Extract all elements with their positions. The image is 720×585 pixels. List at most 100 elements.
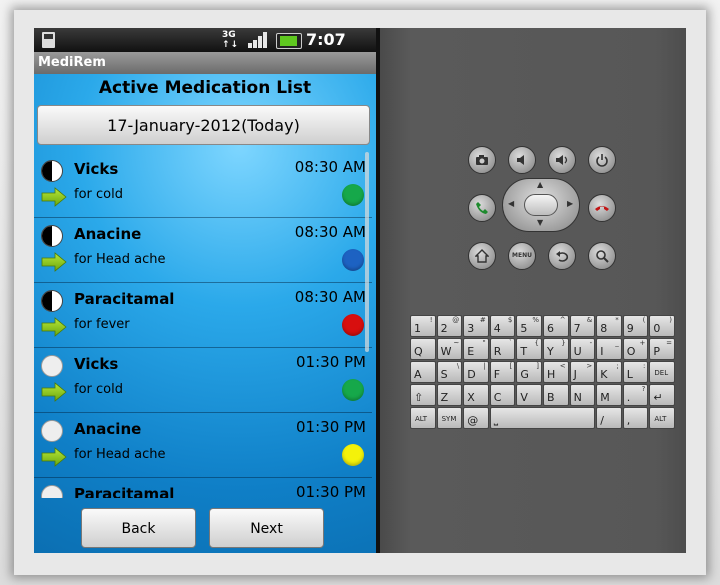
key-label: Y — [547, 345, 554, 358]
key-b[interactable]: B — [543, 384, 569, 406]
power-icon[interactable] — [588, 146, 616, 174]
key-g[interactable]: G] — [516, 361, 542, 383]
key-q[interactable]: Q — [410, 338, 436, 360]
key-4[interactable]: 4 $ — [489, 315, 516, 337]
key-h[interactable]: H < — [543, 361, 569, 383]
key-w[interactable]: W ~ — [436, 338, 463, 360]
dpad-left-icon[interactable]: ◀ — [508, 199, 514, 208]
key-t[interactable]: T{ — [516, 338, 542, 360]
key-label: 8 — [600, 322, 608, 335]
list-scrollbar[interactable] — [365, 152, 369, 352]
key-alt-label: ` — [508, 339, 513, 347]
key-label: E — [467, 345, 475, 358]
key-label: N — [573, 391, 582, 404]
end-call-icon[interactable] — [588, 194, 616, 222]
key-2[interactable]: 2 @ — [436, 315, 463, 337]
key-l[interactable]: L: — [622, 361, 649, 383]
key-5[interactable]: 5% — [516, 315, 542, 337]
row-divider — [34, 347, 372, 348]
key-6[interactable]: 6 ^ — [543, 315, 569, 337]
dpad-up-icon[interactable]: ▲ — [537, 180, 543, 189]
key-0[interactable]: 0) — [649, 315, 675, 337]
home-icon[interactable] — [468, 242, 496, 270]
key-label: S — [440, 368, 448, 381]
key-space[interactable]: ⎵ — [489, 407, 596, 429]
dpad-right-icon[interactable]: ▶ — [567, 199, 573, 208]
dpad-center-button[interactable] — [524, 194, 558, 216]
back-arrow-icon[interactable] — [548, 242, 576, 270]
key-k[interactable]: K; — [596, 361, 622, 383]
key-label: , — [626, 414, 631, 427]
dpad-down-icon[interactable]: ▼ — [537, 218, 543, 227]
key-f[interactable]: F[ — [489, 361, 516, 383]
key-s[interactable]: S \ — [436, 361, 463, 383]
key-u[interactable]: U- — [569, 338, 596, 360]
medication-list[interactable]: Vicks 08:30 AM for cold Anacine 08:30 AM for … — [34, 154, 376, 498]
medication-row[interactable]: Vicks 01:30 PM for cold — [34, 349, 372, 413]
key-sym[interactable]: SYM — [436, 407, 463, 429]
key-slash[interactable]: / — [596, 407, 622, 429]
dpad[interactable]: ▲ ◀ ▶ ▼ — [502, 178, 580, 232]
medication-row[interactable]: Anacine 01:30 PM for Head ache — [34, 414, 372, 478]
medication-row[interactable]: Paracitamal 08:30 AM for fever — [34, 284, 372, 348]
key-8[interactable]: 8 * — [596, 315, 622, 337]
key-n[interactable]: N — [569, 384, 596, 406]
key-alt-right[interactable]: ALT — [649, 407, 675, 429]
date-button[interactable]: 17-January-2012(Today) — [37, 105, 370, 145]
next-button[interactable]: Next — [209, 508, 324, 548]
key-del[interactable]: DEL — [649, 361, 675, 383]
key-z[interactable]: Z — [436, 384, 463, 406]
menu-button[interactable]: MENU — [508, 242, 536, 270]
key-alt[interactable]: ALT — [410, 407, 436, 429]
key-.[interactable]: .? — [622, 384, 649, 406]
key-y[interactable]: Y} — [543, 338, 569, 360]
moon-icon — [41, 290, 63, 312]
key-r[interactable]: R ` — [489, 338, 516, 360]
key-m[interactable]: M — [596, 384, 622, 406]
key-x[interactable]: X — [463, 384, 489, 406]
row-divider — [34, 282, 372, 283]
key-label: 3 — [467, 322, 475, 335]
key-alt-label: \ — [456, 362, 460, 370]
key-alt-label: ] — [536, 362, 539, 370]
key-comma[interactable]: , — [622, 407, 649, 429]
volume-down-icon[interactable] — [508, 146, 536, 174]
arrow-icon — [41, 447, 67, 467]
key-i[interactable]: I _ — [596, 338, 622, 360]
key-v[interactable]: V — [516, 384, 542, 406]
key-p[interactable]: P = — [649, 338, 675, 360]
network-label: 3G — [222, 30, 236, 40]
key-label: B — [547, 391, 555, 404]
key-1[interactable]: 1! — [410, 315, 436, 337]
call-icon[interactable] — [468, 194, 496, 222]
back-button[interactable]: Back — [81, 508, 196, 548]
key-label: . — [626, 391, 631, 404]
volume-up-icon[interactable] — [548, 146, 576, 174]
medication-row[interactable]: Anacine 08:30 AM for Head ache — [34, 219, 372, 283]
key-e[interactable]: E " — [463, 338, 489, 360]
key-at[interactable]: @ — [463, 407, 489, 429]
key-label: ⇧ — [414, 391, 424, 404]
key-alt-label: ) — [669, 316, 672, 324]
key-alt-label: " — [482, 339, 486, 347]
key-shift[interactable]: ⇧ — [410, 384, 436, 406]
key-9[interactable]: 9( — [622, 315, 649, 337]
battery-icon — [276, 33, 302, 49]
key-label: G — [520, 368, 529, 381]
medication-row[interactable]: Vicks 08:30 AM for cold — [34, 154, 372, 218]
key-enter[interactable]: ↵ — [649, 384, 675, 406]
key-7[interactable]: 7 & — [569, 315, 596, 337]
key-d[interactable]: D | — [463, 361, 489, 383]
medication-row[interactable]: Paracitamal 01:30 PM — [34, 479, 372, 498]
key-label: ⎵ — [493, 413, 499, 426]
key-a[interactable]: A — [410, 361, 436, 383]
key-3[interactable]: 3 # — [463, 315, 489, 337]
key-c[interactable]: C — [489, 384, 516, 406]
key-j[interactable]: J > — [569, 361, 596, 383]
moon-icon — [41, 485, 63, 498]
medication-time: 08:30 AM — [294, 223, 366, 241]
search-icon[interactable] — [588, 242, 616, 270]
camera-icon[interactable] — [468, 146, 496, 174]
arrow-icon — [41, 382, 67, 402]
key-o[interactable]: O + — [622, 338, 649, 360]
